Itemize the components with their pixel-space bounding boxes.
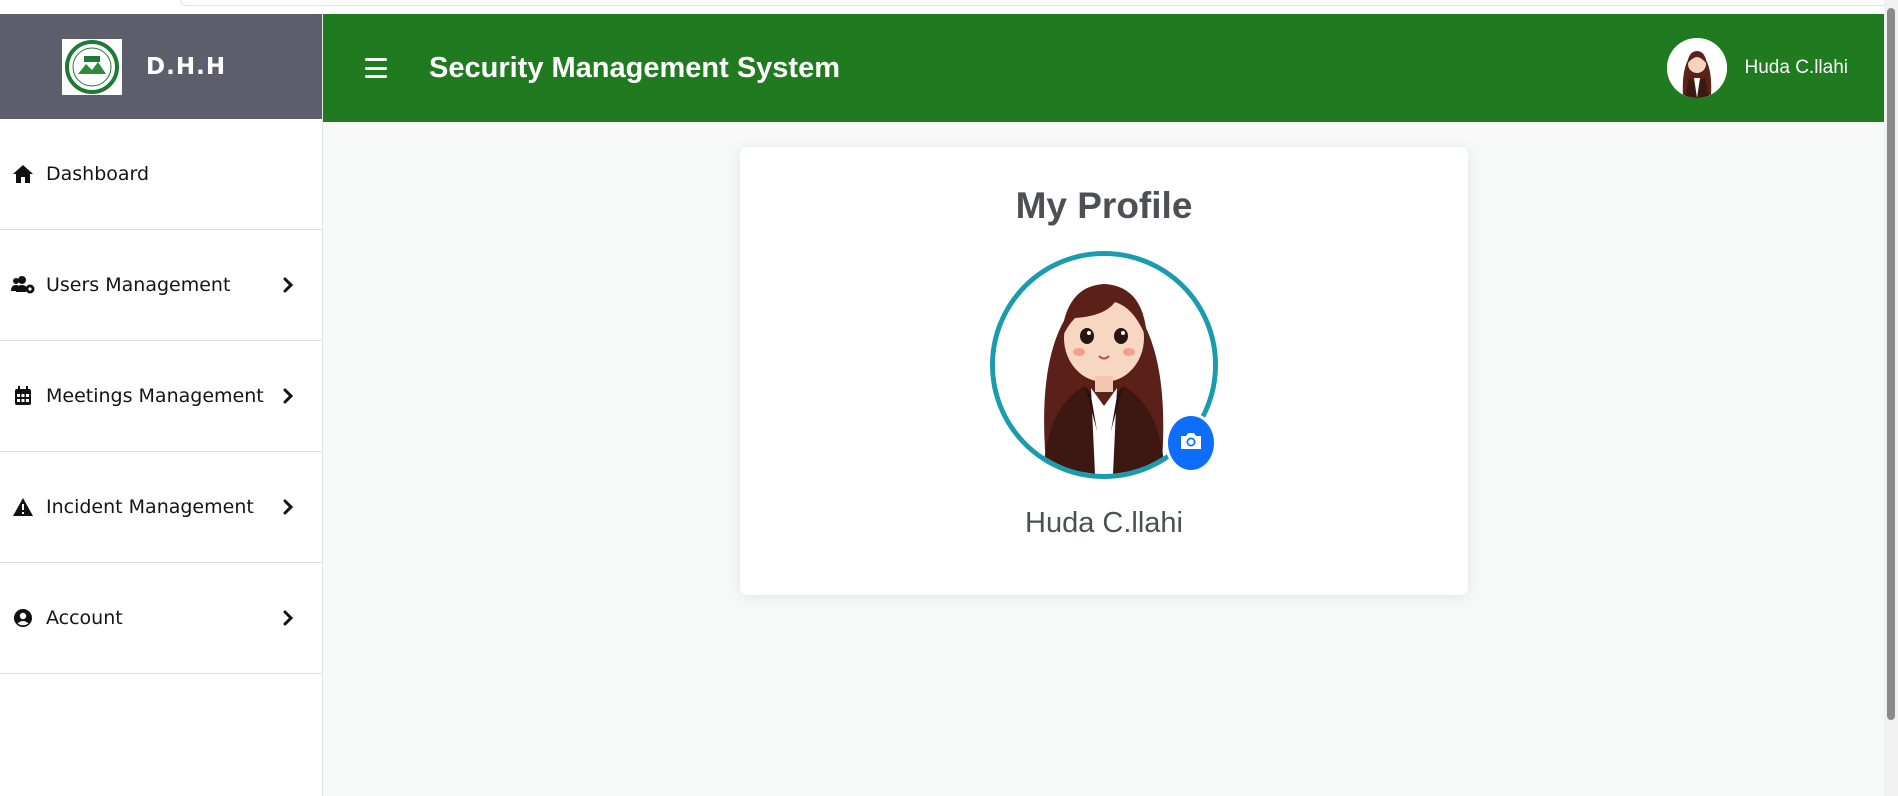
sidebar-item-account[interactable]: Account: [0, 563, 322, 674]
app-title: Security Management System: [429, 51, 840, 84]
page-scrollbar[interactable]: [1884, 0, 1898, 796]
browser-address-edge: [180, 0, 1898, 6]
browser-top-strip: [0, 0, 1898, 14]
profile-picture-wrapper: [990, 251, 1218, 479]
chevron-right-icon: [282, 608, 298, 628]
brand: D.H.H: [0, 14, 322, 119]
chevron-right-icon: [282, 497, 298, 517]
sidebar-item-meetings-management[interactable]: Meetings Management: [0, 341, 322, 452]
brand-name: D.H.H: [146, 53, 227, 80]
sidebar-item-label: Dashboard: [46, 163, 150, 185]
header-user-menu[interactable]: Huda C.llahi: [1666, 38, 1849, 98]
profile-card: My Profile Huda C.llahi: [740, 147, 1468, 595]
sidebar-item-label: Incident Management: [46, 496, 254, 518]
page-title: My Profile: [1015, 185, 1193, 226]
sidebar-item-users-management[interactable]: Users Management: [0, 230, 322, 341]
top-header: Security Management System Huda C.llahi: [323, 14, 1884, 122]
profile-name: Huda C.llahi: [1025, 507, 1183, 539]
brand-logo[interactable]: [62, 38, 122, 95]
chevron-right-icon: [282, 386, 298, 406]
chevron-right-icon: [282, 275, 298, 295]
home-icon: [10, 161, 36, 187]
sidebar-item-label: Meetings Management: [46, 385, 264, 407]
sidebar-item-dashboard[interactable]: Dashboard: [0, 119, 322, 230]
avatar[interactable]: [1666, 38, 1727, 98]
sidebar-item-label: Users Management: [46, 274, 231, 296]
warning-icon: [10, 494, 36, 520]
users-cog-icon: [10, 272, 36, 298]
calendar-icon: [10, 383, 36, 409]
sidebar-item-label: Account: [46, 607, 123, 629]
menu-toggle-icon[interactable]: [365, 58, 387, 78]
camera-icon: [1179, 431, 1203, 455]
sidebar: D.H.H Dashboard Users Management Meeting…: [0, 14, 323, 796]
sidebar-item-incident-management[interactable]: Incident Management: [0, 452, 322, 563]
scrollbar-thumb[interactable]: [1887, 8, 1895, 720]
change-photo-button[interactable]: [1165, 413, 1217, 473]
user-circle-icon: [10, 605, 36, 631]
header-username: Huda C.llahi: [1744, 57, 1849, 78]
